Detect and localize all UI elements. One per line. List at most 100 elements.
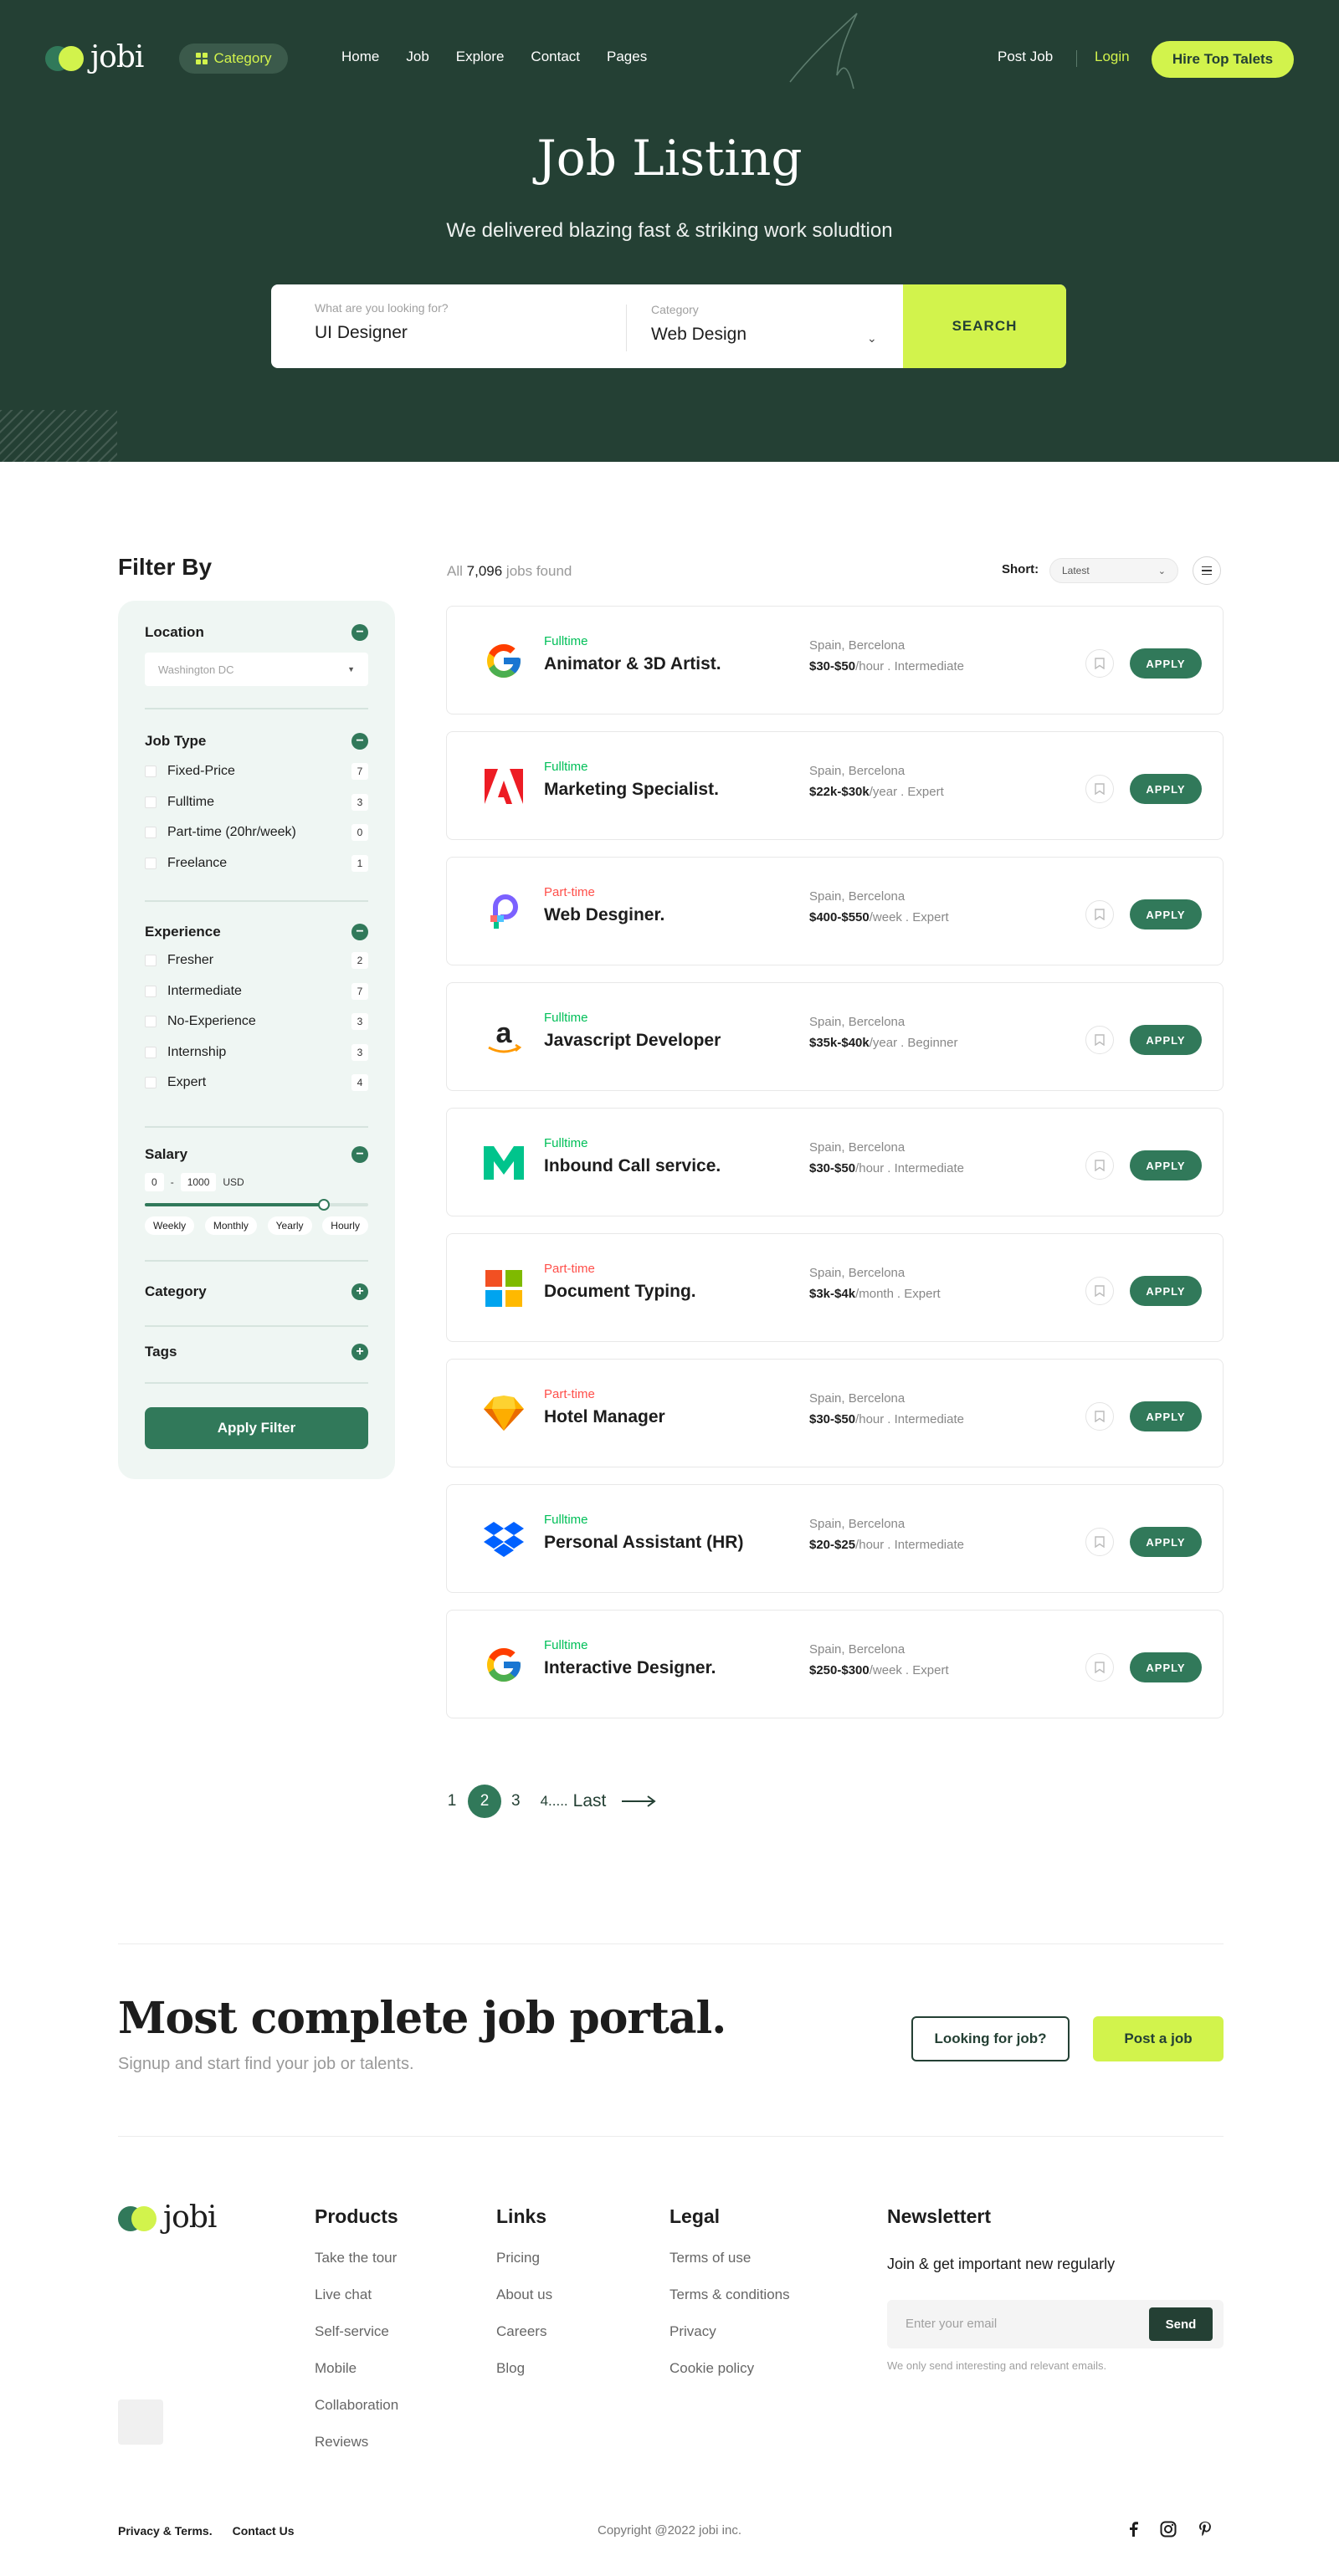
checkbox-row[interactable]: Fresher 2 xyxy=(145,945,368,976)
bookmark-icon[interactable] xyxy=(1085,1653,1114,1682)
bookmark-icon[interactable] xyxy=(1085,1402,1114,1431)
checkbox[interactable] xyxy=(145,1046,156,1058)
instagram-icon[interactable] xyxy=(1160,2521,1177,2538)
facebook-icon[interactable] xyxy=(1128,2522,1138,2537)
period-monthly[interactable]: Monthly xyxy=(204,1216,257,1235)
page-2[interactable]: 2 xyxy=(468,1785,501,1818)
period-hourly[interactable]: Hourly xyxy=(322,1216,368,1235)
period-weekly[interactable]: Weekly xyxy=(145,1216,195,1235)
pinterest-icon[interactable] xyxy=(1198,2521,1212,2538)
category-button[interactable]: Category xyxy=(179,44,288,74)
chevron-down-icon[interactable]: ⌄ xyxy=(867,331,877,346)
checkbox[interactable] xyxy=(145,1077,156,1089)
apply-button[interactable]: APPLY xyxy=(1130,1025,1202,1055)
footer-link[interactable]: Terms & conditions xyxy=(670,2287,790,2323)
category-filter-header[interactable]: Category + xyxy=(145,1283,368,1300)
footer-link[interactable]: Reviews xyxy=(315,2434,398,2471)
arrow-right-icon[interactable] xyxy=(621,1795,657,1808)
job-card[interactable]: Part-time Hotel Manager Spain, Bercelona $3… xyxy=(446,1359,1224,1467)
period-yearly[interactable]: Yearly xyxy=(267,1216,312,1235)
category-select[interactable]: Category Web Design xyxy=(651,303,882,345)
apply-button[interactable]: APPLY xyxy=(1130,1150,1202,1180)
apply-button[interactable]: APPLY xyxy=(1130,899,1202,930)
nav-job[interactable]: Job xyxy=(406,49,428,65)
checkbox-row[interactable]: Expert 4 xyxy=(145,1068,368,1099)
job-type-header[interactable]: Job Type − xyxy=(145,733,368,750)
footer-link[interactable]: Self-service xyxy=(315,2323,398,2360)
footer-link[interactable]: Cookie policy xyxy=(670,2360,790,2397)
bookmark-icon[interactable] xyxy=(1085,1277,1114,1305)
job-card[interactable]: Part-time Document Typing. Spain, Bercelon… xyxy=(446,1233,1224,1342)
bookmark-icon[interactable] xyxy=(1085,649,1114,678)
checkbox[interactable] xyxy=(145,766,156,778)
page-4[interactable]: 4..... xyxy=(541,1793,568,1810)
job-title[interactable]: Inbound Call service. xyxy=(544,1156,721,1176)
checkbox[interactable] xyxy=(145,985,156,997)
send-button[interactable]: Send xyxy=(1149,2307,1213,2341)
apply-button[interactable]: APPLY xyxy=(1130,1276,1202,1306)
location-select[interactable]: Washington DC ▼ xyxy=(145,653,368,686)
nav-home[interactable]: Home xyxy=(341,49,379,65)
apply-button[interactable]: APPLY xyxy=(1130,774,1202,804)
footer-link[interactable]: Live chat xyxy=(315,2287,398,2323)
bookmark-icon[interactable] xyxy=(1085,1528,1114,1556)
apply-button[interactable]: APPLY xyxy=(1130,648,1202,679)
hire-top-talents-button[interactable]: Hire Top Talets xyxy=(1152,41,1294,78)
salary-max-input[interactable]: 1000 xyxy=(180,1173,217,1191)
keyword-input[interactable]: UI Designer xyxy=(315,323,449,343)
bookmark-icon[interactable] xyxy=(1085,1026,1114,1054)
search-button[interactable]: SEARCH xyxy=(903,284,1066,368)
list-view-button[interactable] xyxy=(1193,556,1221,585)
job-title[interactable]: Javascript Developer xyxy=(544,1031,721,1051)
job-card[interactable]: Fulltime Interactive Designer. Spain, Berc… xyxy=(446,1610,1224,1718)
job-title[interactable]: Document Typing. xyxy=(544,1282,696,1302)
footer-link[interactable]: Take the tour xyxy=(315,2250,398,2287)
brand-logo[interactable]: jobi xyxy=(45,40,144,74)
page-1[interactable]: 1 xyxy=(446,1792,458,1810)
footer-link[interactable]: Careers xyxy=(496,2323,552,2360)
checkbox-row[interactable]: Intermediate 7 xyxy=(145,976,368,1007)
sort-select[interactable]: Latest ⌄ xyxy=(1049,558,1178,583)
apply-button[interactable]: APPLY xyxy=(1130,1652,1202,1682)
checkbox[interactable] xyxy=(145,827,156,839)
collapse-icon[interactable]: − xyxy=(351,733,368,750)
checkbox-row[interactable]: Fulltime 3 xyxy=(145,787,368,818)
job-card[interactable]: Fulltime Personal Assistant (HR) Spain, Be… xyxy=(446,1484,1224,1593)
bookmark-icon[interactable] xyxy=(1085,1151,1114,1180)
footer-link[interactable]: Mobile xyxy=(315,2360,398,2397)
expand-icon[interactable]: + xyxy=(351,1344,368,1360)
checkbox[interactable] xyxy=(145,955,156,967)
salary-header[interactable]: Salary − xyxy=(145,1146,368,1163)
slider-handle[interactable] xyxy=(317,1199,330,1211)
footer-link[interactable]: Blog xyxy=(496,2360,552,2397)
keyword-field[interactable]: What are you looking for? UI Designer xyxy=(315,301,449,343)
job-title[interactable]: Personal Assistant (HR) xyxy=(544,1533,743,1553)
collapse-icon[interactable]: − xyxy=(351,924,368,940)
job-title[interactable]: Marketing Specialist. xyxy=(544,780,719,800)
checkbox[interactable] xyxy=(145,796,156,808)
apply-button[interactable]: APPLY xyxy=(1130,1401,1202,1431)
apply-filter-button[interactable]: Apply Filter xyxy=(145,1407,368,1449)
location-header[interactable]: Location − xyxy=(145,624,368,641)
job-card[interactable]: Fulltime Inbound Call service. Spain, Berc… xyxy=(446,1108,1224,1216)
checkbox-row[interactable]: No-Experience 3 xyxy=(145,1006,368,1037)
nav-explore[interactable]: Explore xyxy=(456,49,505,65)
job-card[interactable]: a Fulltime Javascript Developer Spain, Berc… xyxy=(446,982,1224,1091)
checkbox-row[interactable]: Fixed-Price 7 xyxy=(145,756,368,787)
job-title[interactable]: Hotel Manager xyxy=(544,1407,665,1427)
footer-link[interactable]: Pricing xyxy=(496,2250,552,2287)
job-title[interactable]: Animator & 3D Artist. xyxy=(544,654,721,674)
job-title[interactable]: Web Desginer. xyxy=(544,905,664,925)
bookmark-icon[interactable] xyxy=(1085,900,1114,929)
checkbox[interactable] xyxy=(145,1016,156,1028)
checkbox-row[interactable]: Internship 3 xyxy=(145,1037,368,1068)
job-title[interactable]: Interactive Designer. xyxy=(544,1658,716,1678)
job-card[interactable]: Fulltime Animator & 3D Artist. Spain, Berc… xyxy=(446,606,1224,714)
login-link[interactable]: Login xyxy=(1095,49,1130,65)
post-job-link[interactable]: Post Job xyxy=(998,49,1053,65)
nav-pages[interactable]: Pages xyxy=(607,49,647,65)
footer-link[interactable]: About us xyxy=(496,2287,552,2323)
experience-header[interactable]: Experience − xyxy=(145,924,368,940)
page-3[interactable]: 3 xyxy=(511,1792,521,1810)
collapse-icon[interactable]: − xyxy=(351,624,368,641)
